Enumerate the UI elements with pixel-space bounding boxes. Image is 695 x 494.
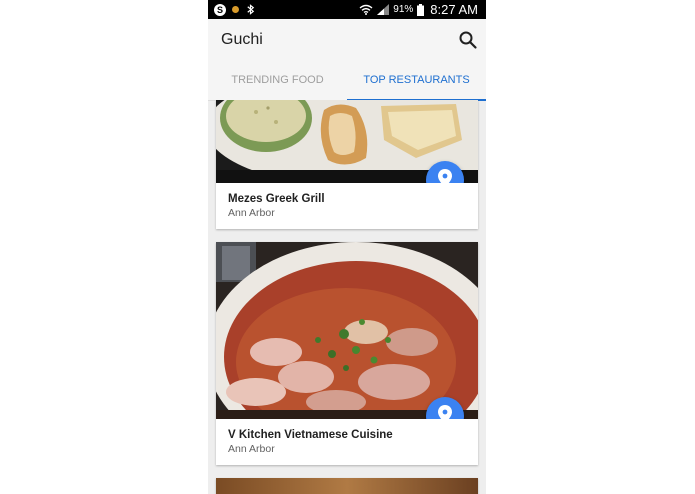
battery-icon	[417, 3, 425, 16]
app-bar: Guchi	[208, 19, 486, 62]
restaurant-info: Mezes Greek Grill Ann Arbor	[216, 183, 478, 229]
restaurant-info: V Kitchen Vietnamese Cuisine Ann Arbor	[216, 419, 478, 465]
search-icon[interactable]	[458, 30, 478, 50]
restaurant-photo	[216, 242, 478, 419]
notification-dot-icon	[232, 6, 239, 13]
app-title: Guchi	[221, 31, 263, 48]
restaurant-photo	[216, 478, 478, 494]
location-pin-icon	[438, 404, 452, 419]
battery-percent: 91%	[393, 4, 414, 15]
location-pin-icon	[438, 168, 452, 183]
restaurant-card[interactable]: Mezes Greek Grill Ann Arbor	[216, 100, 478, 229]
wifi-icon	[359, 4, 373, 15]
tab-top-restaurants[interactable]: TOP RESTAURANTS	[347, 62, 486, 101]
bluetooth-icon	[245, 4, 256, 15]
restaurant-card[interactable]: V Kitchen Vietnamese Cuisine Ann Arbor	[216, 242, 478, 465]
tab-bar: TRENDING FOOD TOP RESTAURANTS	[208, 62, 486, 101]
restaurant-name: Mezes Greek Grill	[228, 193, 325, 205]
restaurant-list[interactable]: Mezes Greek Grill Ann Arbor V Kitchen Vi…	[208, 100, 486, 494]
status-bar: S 91% 8:27 AM	[208, 0, 486, 19]
clock: 8:27 AM	[430, 2, 478, 17]
tab-trending-food[interactable]: TRENDING FOOD	[208, 62, 347, 100]
restaurant-name: V Kitchen Vietnamese Cuisine	[228, 429, 393, 441]
skype-icon: S	[214, 3, 226, 16]
restaurant-city: Ann Arbor	[228, 443, 275, 455]
restaurant-card[interactable]	[216, 478, 478, 494]
restaurant-photo	[216, 100, 478, 183]
signal-icon	[377, 4, 390, 15]
restaurant-city: Ann Arbor	[228, 207, 275, 219]
phone-screen: S 91% 8:27 AM Guchi TRENDING FOOD TOP RE…	[208, 0, 486, 494]
